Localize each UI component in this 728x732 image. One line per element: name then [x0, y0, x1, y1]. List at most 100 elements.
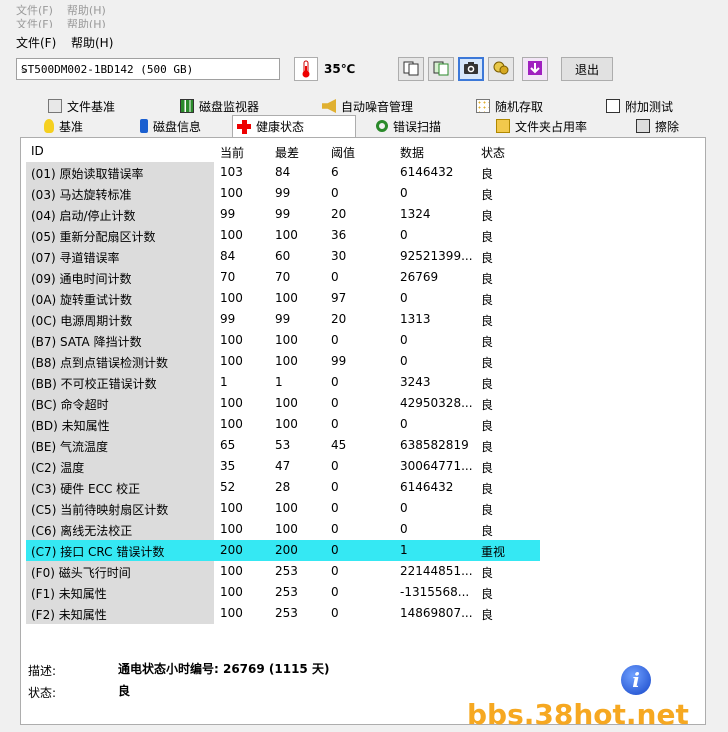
- menu-help[interactable]: 帮助(H): [71, 34, 113, 51]
- status-value: 良: [481, 440, 494, 454]
- threshold-value: 0: [331, 480, 339, 494]
- table-row[interactable]: (04) 启动/停止计数 99 99 20 1324 良: [26, 204, 540, 225]
- info-icon[interactable]: i: [621, 665, 651, 695]
- status-value: 良: [481, 524, 494, 538]
- table-row[interactable]: (F2) 未知属性 100 253 0 14869807... 良: [26, 603, 540, 624]
- tab-file-benchmark[interactable]: 文件基准: [48, 96, 115, 116]
- status-value: 良: [481, 608, 494, 622]
- lightbulb-icon: [44, 119, 54, 133]
- drive-select[interactable]: ST500DM002-1BD142 (500 GB) ⌵: [16, 58, 280, 80]
- current-value: 52: [220, 480, 236, 494]
- threshold-value: 99: [331, 354, 347, 368]
- table-row[interactable]: (F1) 未知属性 100 253 0 -1315568... 良: [26, 582, 540, 603]
- hand-icon: [492, 59, 510, 80]
- status-value: 良: [481, 398, 494, 412]
- table-row[interactable]: (BD) 未知属性 100 100 0 0 良: [26, 414, 540, 435]
- options-button[interactable]: [488, 57, 514, 81]
- table-row[interactable]: (03) 马达旋转标准 100 99 0 0 良: [26, 183, 540, 204]
- attribute-id-cell: (B8) 点到点错误检测计数: [26, 351, 214, 372]
- threshold-value: 0: [331, 459, 339, 473]
- current-value: 99: [220, 312, 236, 326]
- table-row[interactable]: (BC) 命令超时 100 100 0 42950328... 良: [26, 393, 540, 414]
- info-small-icon: [140, 119, 148, 133]
- current-value: 99: [220, 207, 236, 221]
- worst-value: 47: [275, 459, 291, 473]
- table-row[interactable]: (BB) 不可校正错误计数 1 1 0 3243 良: [26, 372, 540, 393]
- raw-data-value: 6146432: [400, 165, 454, 179]
- status-value: 良: [481, 293, 494, 307]
- status-value: 良: [481, 167, 494, 181]
- worst-value: 100: [275, 354, 298, 368]
- attribute-id-cell: (C5) 当前待映射扇区计数: [26, 498, 214, 519]
- current-value: 100: [220, 291, 243, 305]
- attribute-id-cell: (07) 寻道错误率: [26, 246, 214, 267]
- attribute-name: (B7) SATA 降挡计数: [31, 335, 142, 349]
- attribute-name: (C6) 离线无法校正: [31, 524, 133, 538]
- status-value: 良: [481, 251, 494, 265]
- table-row[interactable]: (C6) 离线无法校正 100 100 0 0 良: [26, 519, 540, 540]
- tab-row-2: 基准 磁盘信息 健康状态 错误扫描 文件夹占用率 擦除: [20, 115, 706, 137]
- table-row[interactable]: (B7) SATA 降挡计数 100 100 0 0 良: [26, 330, 540, 351]
- table-row[interactable]: (C2) 温度 35 47 0 30064771... 良: [26, 456, 540, 477]
- tab-extra-tests[interactable]: 附加测试: [606, 96, 673, 116]
- save-button[interactable]: [522, 57, 548, 81]
- table-row[interactable]: (0A) 旋转重试计数 100 100 97 0 良: [26, 288, 540, 309]
- table-row[interactable]: (01) 原始读取错误率 103 84 6 6146432 良: [26, 162, 540, 183]
- table-row[interactable]: (09) 通电时间计数 70 70 0 26769 良: [26, 267, 540, 288]
- current-value: 100: [220, 354, 243, 368]
- table-row[interactable]: (B8) 点到点错误检测计数 100 100 99 0 良: [26, 351, 540, 372]
- screenshot-button[interactable]: [458, 57, 484, 81]
- table-row[interactable]: (C5) 当前待映射扇区计数 100 100 0 0 良: [26, 498, 540, 519]
- col-header-threshold[interactable]: 阈值: [331, 144, 355, 161]
- copy-button[interactable]: [398, 57, 424, 81]
- col-header-id[interactable]: ID: [31, 144, 44, 158]
- red-cross-icon: [237, 119, 251, 134]
- tab-benchmark[interactable]: 基准: [44, 116, 83, 136]
- status-value: 良: [481, 566, 494, 580]
- attribute-name: (C2) 温度: [31, 461, 85, 475]
- tab-folder-usage[interactable]: 文件夹占用率: [496, 116, 587, 136]
- tab-random-access[interactable]: 随机存取: [476, 96, 543, 116]
- table-row[interactable]: (C3) 硬件 ECC 校正 52 28 0 6146432 良: [26, 477, 540, 498]
- table-row[interactable]: (0C) 电源周期计数 99 99 20 1313 良: [26, 309, 540, 330]
- attribute-name: (BE) 气流温度: [31, 440, 108, 454]
- worst-value: 253: [275, 585, 298, 599]
- attribute-id-cell: (F1) 未知属性: [26, 582, 214, 603]
- exit-button[interactable]: 退出: [561, 57, 613, 81]
- attribute-id-cell: (BD) 未知属性: [26, 414, 214, 435]
- col-header-current[interactable]: 当前: [220, 144, 244, 161]
- current-value: 84: [220, 249, 236, 263]
- menu-file[interactable]: 文件(F): [16, 34, 56, 51]
- table-row[interactable]: (07) 寻道错误率 84 60 30 92521399... 良: [26, 246, 540, 267]
- worst-value: 100: [275, 333, 298, 347]
- table-row[interactable]: (C7) 接口 CRC 错误计数 200 200 0 1 重视: [26, 540, 540, 561]
- status-value: 良: [481, 419, 494, 433]
- raw-data-value: -1315568...: [400, 585, 470, 599]
- col-header-worst[interactable]: 最差: [275, 144, 299, 161]
- tab-disk-info[interactable]: 磁盘信息: [140, 116, 201, 136]
- attribute-id-cell: (01) 原始读取错误率: [26, 162, 214, 183]
- threshold-value: 0: [331, 585, 339, 599]
- col-header-data[interactable]: 数据: [400, 144, 424, 161]
- table-row[interactable]: (BE) 气流温度 65 53 45 638582819 良: [26, 435, 540, 456]
- table-row[interactable]: (F0) 磁头飞行时间 100 253 0 22144851... 良: [26, 561, 540, 582]
- worst-value: 100: [275, 501, 298, 515]
- tab-disk-monitor[interactable]: 磁盘监视器: [180, 96, 259, 116]
- table-row[interactable]: (05) 重新分配扇区计数 100 100 36 0 良: [26, 225, 540, 246]
- attribute-name: (0C) 电源周期计数: [31, 314, 133, 328]
- tab-erase[interactable]: 擦除: [636, 116, 679, 136]
- camera-icon: [462, 59, 480, 80]
- status-value: 良: [481, 209, 494, 223]
- attribute-name: (01) 原始读取错误率: [31, 167, 144, 181]
- col-header-status[interactable]: 状态: [481, 144, 505, 161]
- worst-value: 84: [275, 165, 291, 179]
- paste-button[interactable]: [428, 57, 454, 81]
- tab-error-scan[interactable]: 错误扫描: [376, 116, 441, 136]
- threshold-value: 0: [331, 375, 339, 389]
- tab-noise-management[interactable]: 自动噪音管理: [322, 96, 413, 116]
- tab-health[interactable]: 健康状态: [232, 115, 356, 137]
- attribute-name: (BB) 不可校正错误计数: [31, 377, 157, 391]
- worst-value: 100: [275, 291, 298, 305]
- attribute-id-cell: (B7) SATA 降挡计数: [26, 330, 214, 351]
- current-value: 100: [220, 333, 243, 347]
